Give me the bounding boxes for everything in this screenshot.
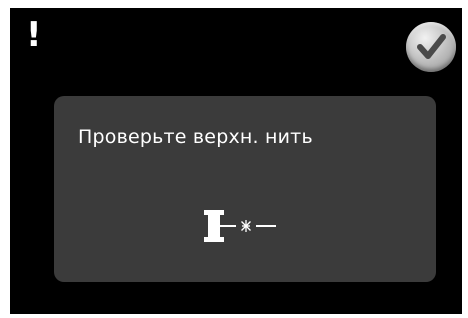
- alert-exclamation-icon: !: [26, 15, 42, 55]
- checkmark-icon: [417, 34, 446, 59]
- sewing-machine-display: ! Проверьте верхн. нить: [10, 8, 462, 314]
- alert-message-panel: Проверьте верхн. нить: [54, 96, 436, 282]
- spool-thread-break-icon: [204, 210, 276, 242]
- confirm-button[interactable]: [406, 22, 456, 72]
- alert-message-text: Проверьте верхн. нить: [78, 126, 313, 148]
